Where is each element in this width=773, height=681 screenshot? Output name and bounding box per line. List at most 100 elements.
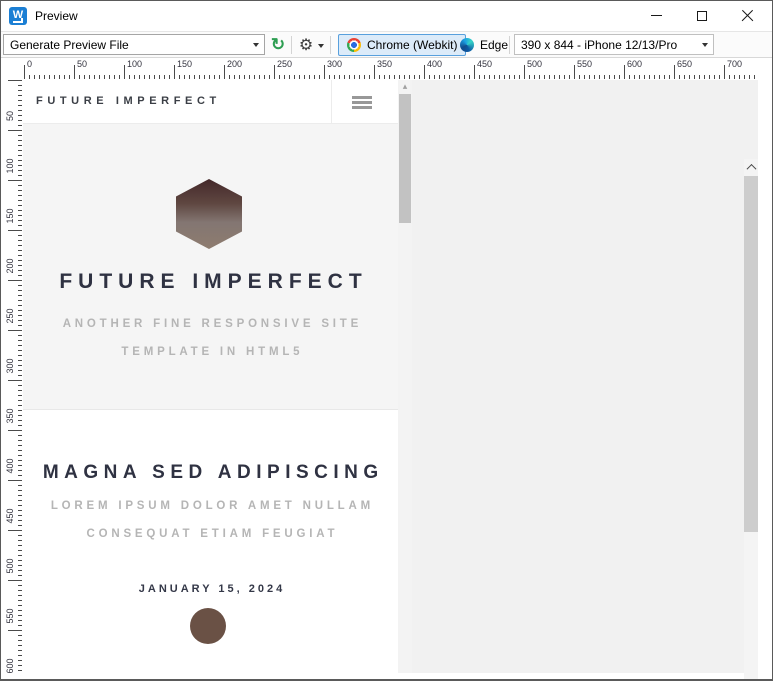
- refresh-button[interactable]: ↻: [267, 34, 289, 56]
- ruler-tick: [79, 75, 80, 79]
- chevron-down-icon[interactable]: [253, 43, 259, 47]
- ruler-tick: [18, 555, 22, 556]
- maximize-button[interactable]: [679, 1, 725, 30]
- ruler-tick: [39, 75, 40, 79]
- toolbar-separator: [291, 36, 292, 54]
- ruler-tick: [18, 270, 22, 271]
- preview-canvas: FUTURE IMPERFECT FUTURE IMPERFECT ANOTHE…: [23, 80, 758, 673]
- ruler-tick: [8, 480, 22, 481]
- ruler-tick: [119, 75, 120, 79]
- ruler-tick: [18, 365, 22, 366]
- ruler-tick: [719, 75, 720, 79]
- ruler-tick: [59, 75, 60, 79]
- chevron-down-icon[interactable]: [702, 43, 708, 47]
- settings-button[interactable]: ⚙: [295, 34, 317, 56]
- device-size-combobox[interactable]: 390 x 844 - iPhone 12/13/Pro: [514, 34, 714, 55]
- site-brand[interactable]: FUTURE IMPERFECT: [36, 95, 221, 107]
- ruler-tick: [324, 65, 325, 79]
- ruler-tick: [18, 265, 22, 266]
- settings-dropdown-arrow[interactable]: [318, 44, 324, 48]
- hamburger-menu-icon[interactable]: [352, 96, 372, 112]
- ruler-tick: [64, 75, 65, 79]
- ruler-tick: [44, 75, 45, 79]
- ruler-tick: [99, 75, 100, 79]
- ruler-tick: [174, 65, 175, 79]
- ruler-tick: [74, 65, 75, 79]
- ruler-tick: [279, 75, 280, 79]
- ruler-tick: [18, 620, 22, 621]
- ruler-label: 200: [5, 254, 15, 278]
- ruler-tick: [714, 75, 715, 79]
- ruler-tick: [584, 75, 585, 79]
- ruler-tick: [729, 75, 730, 79]
- ruler-tick: [18, 285, 22, 286]
- ruler-tick: [18, 120, 22, 121]
- ruler-tick: [18, 490, 22, 491]
- ruler-tick: [169, 75, 170, 79]
- ruler-tick: [164, 75, 165, 79]
- ruler-tick: [18, 305, 22, 306]
- ruler-tick: [18, 210, 22, 211]
- ruler-tick: [564, 75, 565, 79]
- edge-button[interactable]: Edge: [451, 34, 517, 56]
- ruler-tick: [414, 75, 415, 79]
- ruler-label: 350: [5, 404, 15, 428]
- ruler-tick: [18, 175, 22, 176]
- edge-button-label: Edge: [480, 38, 508, 52]
- ruler-tick: [539, 75, 540, 79]
- ruler-tick: [204, 75, 205, 79]
- ruler-tick: [224, 65, 225, 79]
- ruler-tick: [349, 75, 350, 79]
- ruler-tick: [649, 75, 650, 79]
- canvas-scrollbar-thumb[interactable]: [744, 176, 758, 532]
- ruler-tick: [129, 75, 130, 79]
- ruler-tick: [579, 75, 580, 79]
- ruler-tick: [424, 65, 425, 79]
- ruler-tick: [504, 75, 505, 79]
- close-button[interactable]: [724, 1, 770, 30]
- site-scrollbar-thumb[interactable]: [399, 94, 411, 223]
- ruler-tick: [8, 330, 22, 331]
- scroll-up-icon[interactable]: ▴: [398, 80, 412, 94]
- ruler-tick: [654, 75, 655, 79]
- ruler-tick: [18, 610, 22, 611]
- ruler-tick: [319, 75, 320, 79]
- generate-preview-combobox[interactable]: Generate Preview File: [3, 34, 265, 55]
- ruler-tick: [18, 520, 22, 521]
- ruler-tick: [384, 75, 385, 79]
- ruler-tick: [399, 75, 400, 79]
- ruler-tick: [18, 220, 22, 221]
- ruler-tick: [309, 75, 310, 79]
- chrome-webkit-button[interactable]: Chrome (Webkit): [338, 34, 466, 56]
- ruler-tick: [18, 390, 22, 391]
- ruler-tick: [469, 75, 470, 79]
- canvas-scroll-up-button[interactable]: [744, 159, 758, 176]
- canvas-scrollbar[interactable]: [744, 159, 758, 681]
- post-date: JANUARY 15, 2024: [23, 583, 398, 595]
- post-subtitle-line2: CONSEQUAT ETIAM FEUGIAT: [23, 528, 398, 540]
- ruler-tick: [484, 75, 485, 79]
- ruler-tick: [644, 75, 645, 79]
- ruler-tick: [749, 75, 750, 79]
- refresh-icon: ↻: [271, 35, 285, 55]
- ruler-tick: [18, 100, 22, 101]
- site-scrollbar[interactable]: ▴: [398, 80, 412, 673]
- ruler-tick: [18, 615, 22, 616]
- ruler-tick: [514, 75, 515, 79]
- window-title: Preview: [35, 9, 78, 23]
- post-subtitle-line1: LOREM IPSUM DOLOR AMET NULLAM: [23, 500, 398, 512]
- minimize-button[interactable]: [633, 1, 679, 30]
- ruler-tick: [18, 500, 22, 501]
- ruler-tick: [18, 445, 22, 446]
- ruler-tick: [589, 75, 590, 79]
- ruler-tick: [134, 75, 135, 79]
- ruler-tick: [439, 75, 440, 79]
- ruler-tick: [339, 75, 340, 79]
- ruler-tick: [334, 75, 335, 79]
- ruler-tick: [594, 75, 595, 79]
- post-title[interactable]: MAGNA SED ADIPISCING: [23, 462, 398, 484]
- ruler-tick: [8, 530, 22, 531]
- ruler-tick: [18, 95, 22, 96]
- ruler-tick: [18, 550, 22, 551]
- ruler-tick: [179, 75, 180, 79]
